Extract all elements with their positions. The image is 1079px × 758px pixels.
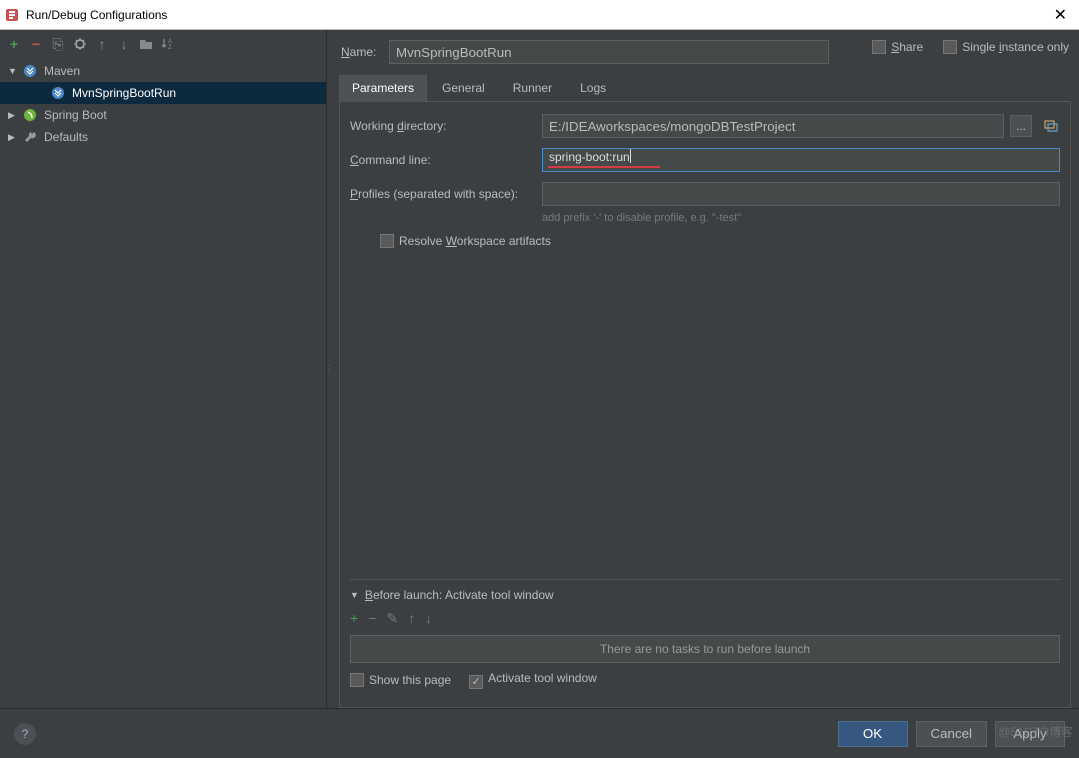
activate-tool-window-checkbox[interactable]: Activate tool window bbox=[469, 671, 597, 689]
app-icon bbox=[4, 7, 20, 23]
remove-task-button: − bbox=[368, 610, 376, 627]
ok-button[interactable]: OK bbox=[838, 721, 908, 747]
profiles-input[interactable] bbox=[542, 182, 1060, 206]
working-dir-input[interactable] bbox=[542, 114, 1004, 138]
help-button[interactable]: ? bbox=[14, 723, 36, 745]
copy-config-button[interactable]: ⎘ bbox=[50, 36, 66, 52]
tree-item-defaults[interactable]: ▶ Defaults bbox=[0, 126, 326, 148]
tab-content: Working directory: ... Command line: spr… bbox=[339, 102, 1071, 708]
share-checkbox[interactable]: Share bbox=[872, 40, 923, 54]
window-title: Run/Debug Configurations bbox=[26, 8, 1046, 22]
tab-bar: Parameters General Runner Logs bbox=[339, 74, 1071, 102]
chevron-down-icon[interactable]: ▼ bbox=[8, 66, 18, 76]
add-config-button[interactable]: + bbox=[6, 36, 22, 52]
tree-label: Defaults bbox=[44, 130, 88, 144]
titlebar: Run/Debug Configurations ✕ bbox=[0, 0, 1079, 30]
close-icon[interactable]: ✕ bbox=[1046, 5, 1075, 25]
tree-item-spring-boot[interactable]: ▶ Spring Boot bbox=[0, 104, 326, 126]
name-input[interactable] bbox=[389, 40, 829, 64]
move-up-button: ↑ bbox=[94, 36, 110, 52]
insert-path-button[interactable] bbox=[1042, 117, 1060, 135]
maven-icon bbox=[22, 63, 38, 79]
resolve-workspace-checkbox[interactable]: Resolve Workspace artifacts bbox=[380, 234, 551, 248]
tab-logs[interactable]: Logs bbox=[567, 75, 619, 102]
before-launch-toolbar: + − ✎ ↑ ↓ bbox=[350, 602, 1060, 635]
top-options: Share Single instance only bbox=[872, 40, 1069, 54]
name-label: Name: bbox=[341, 45, 381, 59]
svg-text:Z: Z bbox=[168, 45, 172, 51]
cancel-button[interactable]: Cancel bbox=[916, 721, 988, 747]
single-instance-checkbox[interactable]: Single instance only bbox=[943, 40, 1069, 54]
profiles-label: Profiles (separated with space): bbox=[350, 187, 536, 201]
command-line-input[interactable]: spring-boot:run bbox=[542, 148, 1060, 172]
chevron-down-icon: ▼ bbox=[350, 590, 359, 600]
remove-config-button[interactable]: − bbox=[28, 36, 44, 52]
task-down-button: ↓ bbox=[425, 610, 432, 627]
edit-task-button: ✎ bbox=[386, 610, 398, 627]
tasks-empty: There are no tasks to run before launch bbox=[350, 635, 1060, 663]
right-panel: Name: Share Single instance only Paramet… bbox=[331, 30, 1079, 708]
tab-general[interactable]: General bbox=[429, 75, 498, 102]
maven-icon bbox=[50, 85, 66, 101]
command-line-label: Command line: bbox=[350, 153, 536, 167]
tree-item-maven[interactable]: ▼ Maven bbox=[0, 60, 326, 82]
chevron-right-icon[interactable]: ▶ bbox=[8, 132, 18, 143]
tab-runner[interactable]: Runner bbox=[500, 75, 565, 102]
apply-button[interactable]: Apply bbox=[995, 721, 1065, 747]
show-page-checkbox[interactable]: Show this page bbox=[350, 673, 451, 687]
config-tree: ▼ Maven MvnSpringBootRun ▶ Spring Boot ▶… bbox=[0, 58, 326, 708]
working-dir-label: Working directory: bbox=[350, 119, 536, 133]
error-underline bbox=[548, 166, 660, 168]
tab-parameters[interactable]: Parameters bbox=[339, 75, 427, 102]
tree-item-mvnspringbootrun[interactable]: MvnSpringBootRun bbox=[0, 82, 326, 104]
tree-label: Spring Boot bbox=[44, 108, 107, 122]
dialog-footer: ? OK Cancel Apply bbox=[0, 708, 1079, 758]
edit-defaults-button[interactable] bbox=[72, 36, 88, 52]
sort-button[interactable]: AZ bbox=[160, 36, 176, 52]
left-panel: + − ⎘ ↑ ↓ AZ ▼ Maven MvnSpringBootR bbox=[0, 30, 327, 708]
move-down-button: ↓ bbox=[116, 36, 132, 52]
add-task-button[interactable]: + bbox=[350, 610, 358, 627]
spring-icon bbox=[22, 107, 38, 123]
tree-label: MvnSpringBootRun bbox=[72, 86, 176, 100]
folder-button[interactable] bbox=[138, 36, 154, 52]
chevron-right-icon[interactable]: ▶ bbox=[8, 110, 18, 121]
tree-label: Maven bbox=[44, 64, 80, 78]
browse-button[interactable]: ... bbox=[1010, 115, 1032, 137]
task-up-button: ↑ bbox=[408, 610, 415, 627]
profiles-hint: add prefix '-' to disable profile, e.g. … bbox=[542, 212, 1060, 224]
config-toolbar: + − ⎘ ↑ ↓ AZ bbox=[0, 30, 326, 58]
wrench-icon bbox=[22, 129, 38, 145]
before-launch-header[interactable]: ▼ Before launch: Activate tool window bbox=[350, 588, 1060, 602]
before-launch-section: ▼ Before launch: Activate tool window + … bbox=[350, 579, 1060, 695]
